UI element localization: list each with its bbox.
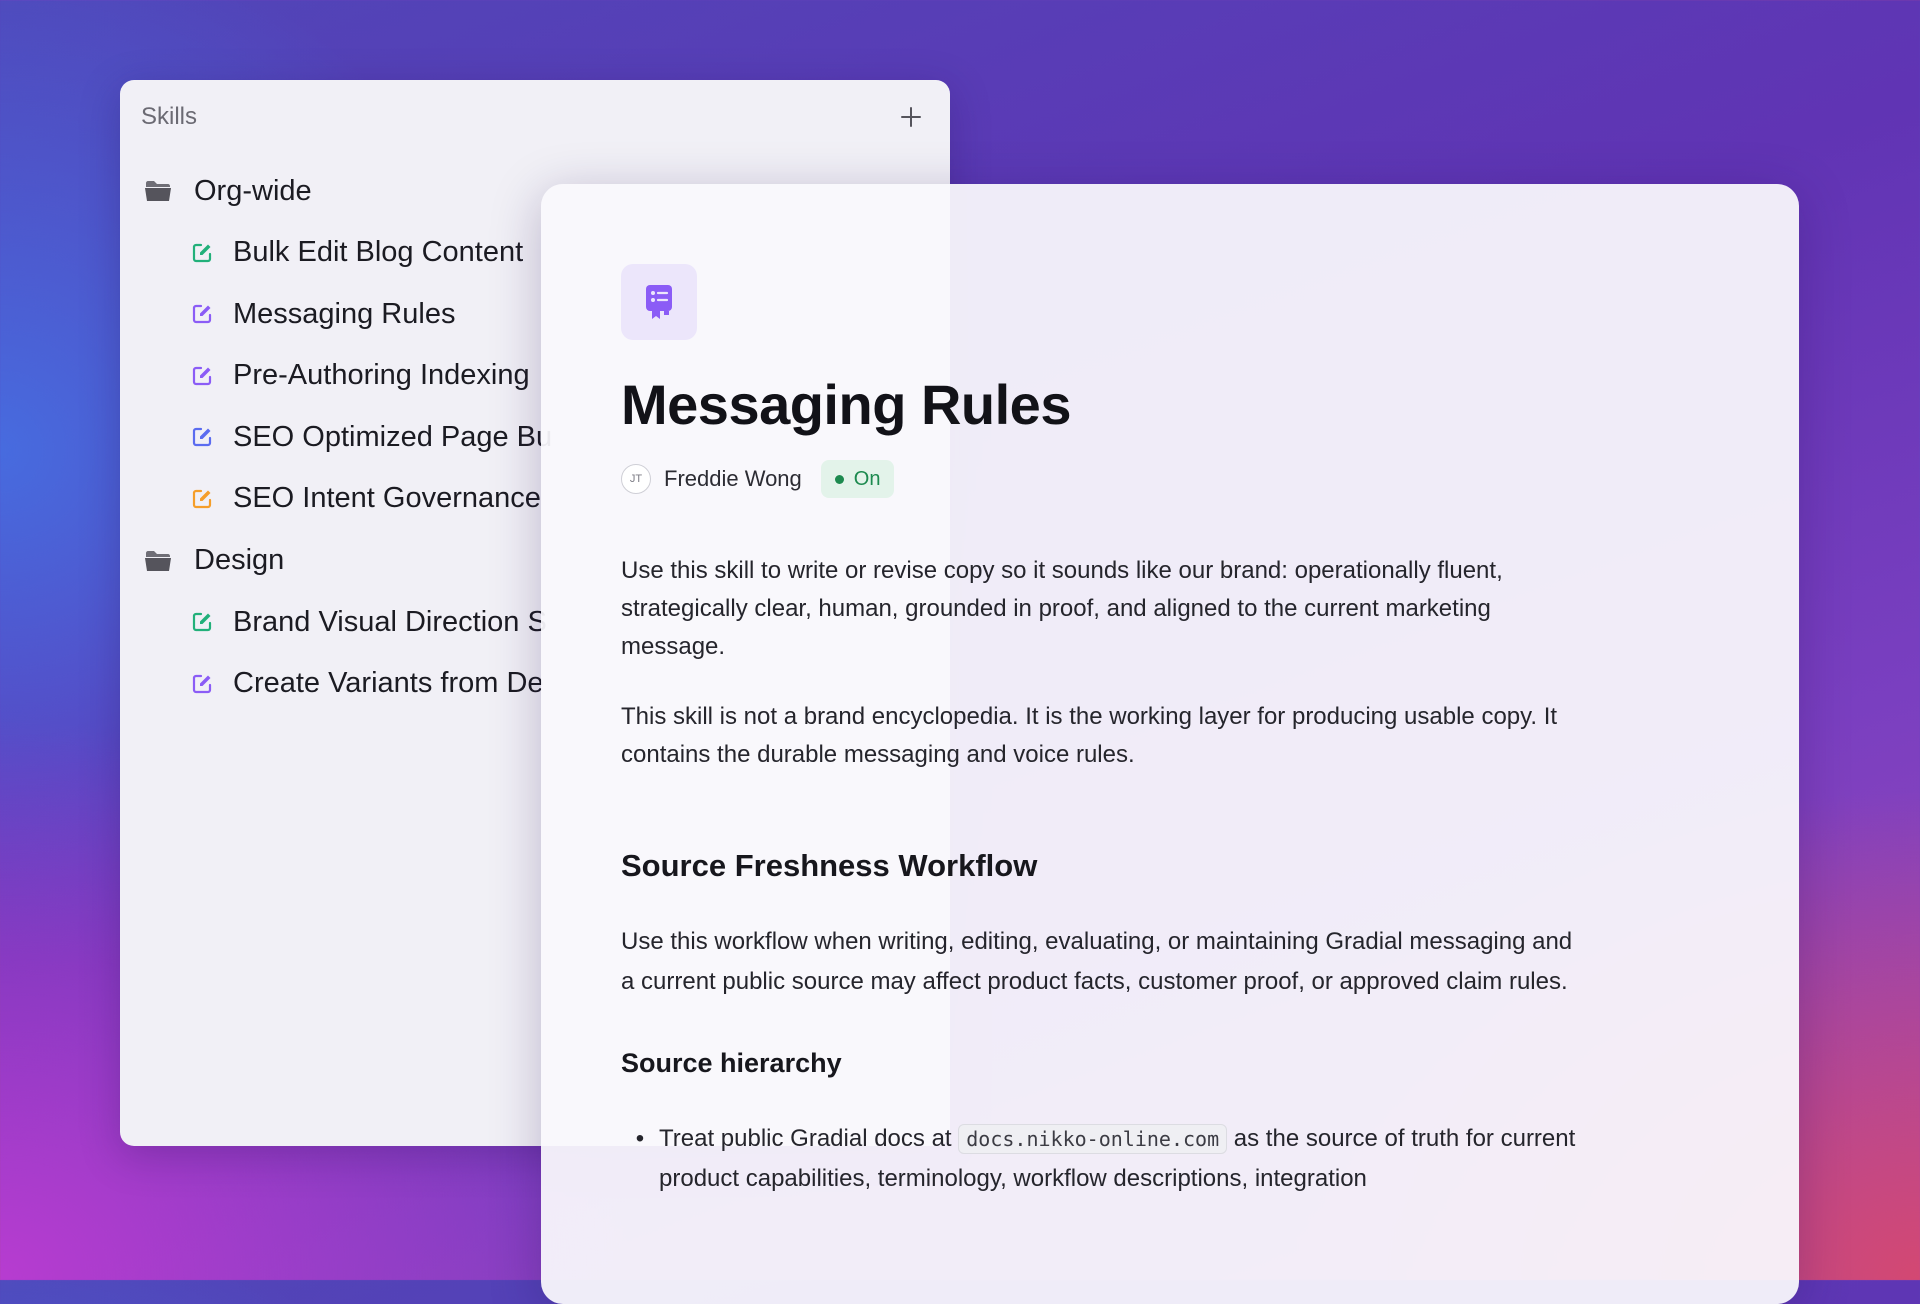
status-dot-icon [834,474,844,484]
skill-item-label: SEO Intent Governance [233,482,541,515]
avatar[interactable]: JT [621,464,651,494]
status-label: On [853,467,881,490]
book-icon [646,285,672,319]
edit-note-icon [192,305,212,324]
section-heading: Source Freshness Workflow [621,848,1038,883]
skill-item-label: Pre-Authoring Indexing [233,359,530,392]
skill-detail-card: Messaging Rules JT Freddie Wong On Use t… [541,184,1799,1304]
skills-title: Skills [141,103,198,130]
plus-icon [901,107,921,127]
author-name: Freddie Wong [664,466,802,491]
skills-header: Skills [141,102,926,132]
bullet-icon: • [635,1125,645,1152]
skill-detail-content: Messaging Rules JT Freddie Wong On Use t… [621,264,1581,1199]
status-badge[interactable]: On [820,460,895,498]
edit-note-icon [192,489,212,508]
edit-note-icon [192,366,212,385]
docs-url-code: docs.nikko-online.com [958,1124,1228,1154]
skill-meta: JT Freddie Wong On [621,460,1581,498]
skill-item-label: Bulk Edit Blog Content [233,236,524,269]
edit-note-icon [192,428,212,447]
list-item-text: Treat public Gradial docs at docs.nikko-… [659,1119,1581,1199]
intro-paragraph: Use this skill to write or revise copy s… [621,557,1503,660]
folder-icon [145,550,171,571]
skill-book-icon [621,264,697,340]
workflow-paragraph: Use this workflow when writing, editing,… [621,928,1573,995]
list-item: • Treat public Gradial docs at docs.nikk… [621,1119,1581,1199]
edit-note-icon [192,243,212,262]
scope-paragraph: This skill is not a brand encyclopedia. … [621,703,1558,768]
folder-label: Org-wide [194,174,312,207]
edit-note-icon [192,613,212,632]
edit-note-icon [192,674,212,693]
skill-item-label: Create Variants from De [233,667,544,700]
add-skill-button[interactable] [896,102,926,132]
folder-label: Design [194,544,285,576]
skill-item-label: SEO Optimized Page Bu [233,420,553,453]
list-item-text-start: Treat public Gradial docs at [659,1125,959,1152]
folder-icon [145,181,171,201]
skill-item-label: Brand Visual Direction S [233,605,547,638]
skill-item-label: Messaging Rules [233,297,456,330]
page-title: Messaging Rules [621,373,1071,436]
subsection-heading: Source hierarchy [621,1048,842,1078]
